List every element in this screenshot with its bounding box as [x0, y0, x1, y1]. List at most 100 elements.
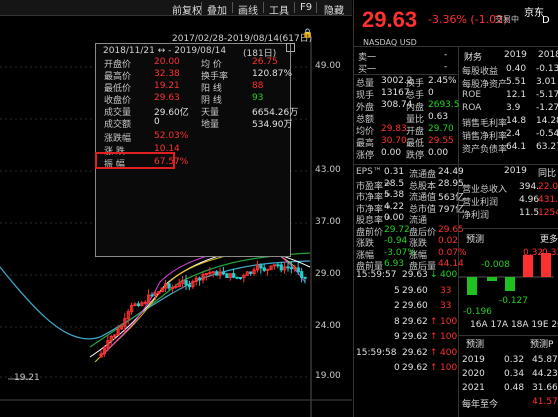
finance-label: 销售毛利率: [462, 119, 508, 129]
predict-year: 2020: [462, 369, 485, 379]
forecast-bar: [487, 277, 497, 281]
tick-arrow: ↑: [430, 363, 438, 373]
tick-price: 29.62: [402, 316, 428, 327]
predict-value: 0.34: [504, 369, 525, 379]
finance-label: 每股净资产: [462, 80, 508, 90]
valuation-value: 28.5: [384, 178, 405, 189]
predict-year: 2019: [462, 355, 485, 365]
trading-status: 交易中: [495, 15, 519, 24]
valuation-value: 5.38: [384, 190, 405, 200]
popup-value: 120.87%: [252, 69, 293, 79]
tick-price: 29.60: [402, 285, 428, 296]
tick-time: 8: [394, 316, 400, 327]
quote-panel: 29.63 -3.36% (-1.03) 交易中 京东 D NASDAQ USD…: [353, 0, 558, 417]
stat-value: 2693.5: [428, 100, 460, 110]
candle-body: [286, 266, 290, 269]
tick-volume: 100: [440, 316, 458, 327]
finance-label: 每股收益: [462, 67, 499, 77]
predict-value: 0.48: [504, 383, 525, 393]
tick-price: 29.62: [402, 363, 428, 373]
forecast-value: 0.32: [523, 248, 544, 258]
candle-body: [221, 271, 226, 275]
finance-value: -5.17: [536, 90, 558, 100]
forecast-value: 0.33: [542, 248, 558, 258]
stat-value: 2.45%: [428, 76, 457, 86]
growth-header: 2019: [504, 166, 527, 176]
candle-body: [296, 267, 300, 273]
popup-date-range: 2018/11/21 ↔ - 2019/08/14: [103, 46, 227, 56]
popup-value: 93: [252, 93, 264, 103]
candle-body: [293, 267, 297, 270]
stock-name: 京东: [524, 8, 544, 19]
candle-body: [259, 264, 263, 269]
tick-price: 29.63: [402, 270, 428, 280]
stat-value: 30.70: [381, 136, 407, 146]
candle-body: [174, 285, 178, 288]
y-axis-label: 29.00: [315, 269, 341, 279]
predict-header: 预测P: [530, 340, 554, 350]
finance-label: 资产负债率: [462, 145, 508, 155]
tick-time: 2: [394, 301, 400, 311]
popup-value: 26.75: [252, 57, 278, 67]
candle-body: [249, 271, 253, 274]
stat-value: 0: [428, 88, 434, 98]
predict-value: 44.23: [532, 369, 558, 379]
popup-value: 20.00: [154, 57, 180, 67]
highlight-box: [95, 152, 175, 169]
finance-value: 14.8: [506, 116, 527, 126]
growth-value: 11.5: [519, 208, 540, 218]
growth-value: 394.: [519, 182, 540, 192]
toolbar-draw-line[interactable]: 画线: [238, 2, 258, 17]
popup-close-button[interactable]: [286, 43, 295, 52]
tick-price: 29.62: [402, 332, 428, 342]
candle-body: [289, 267, 294, 270]
candle-body: [303, 276, 307, 279]
forecast-bar: [467, 277, 477, 295]
interval-stats-popup: 2018/11/21 ↔ - 2019/08/14 (181日) 开盘价 20.0…: [95, 43, 298, 257]
sell1-value: -: [444, 50, 448, 60]
candle-body: [211, 271, 215, 274]
popup-label: 涨跌幅: [104, 134, 132, 144]
candle-body: [208, 272, 212, 275]
candle-body: [215, 271, 219, 276]
valuation-value: 0.02: [438, 236, 459, 246]
candle-body: [232, 273, 236, 278]
tick-volume: 100: [440, 332, 458, 342]
predict-value: 45.87: [532, 355, 558, 365]
toolbar-forward-adjust[interactable]: 前复权: [172, 2, 202, 17]
tick-arrow: ↑: [430, 332, 438, 342]
stat-value: 0.63: [428, 112, 449, 122]
tick-arrow: ↓: [430, 270, 438, 280]
tick-time: 15:59:58: [356, 347, 397, 358]
candle-body: [238, 276, 243, 279]
lock-icon[interactable]: 🔒: [302, 29, 313, 39]
candle-body: [184, 280, 188, 286]
candle-body: [279, 264, 283, 271]
candle-body: [235, 276, 239, 279]
growth-label: 营业总收入: [462, 185, 508, 195]
toolbar-overlay[interactable]: 叠加: [207, 2, 227, 17]
valuation-value: 0.31: [384, 167, 405, 177]
toolbar-f9[interactable]: F9: [300, 2, 312, 13]
candle-body: [170, 286, 175, 289]
finance-header: 2018: [538, 50, 558, 60]
popup-value: 88: [252, 81, 264, 91]
forecast-bar: [523, 255, 533, 277]
growth-label: 营业利润: [462, 198, 499, 208]
toolbar-tools[interactable]: 工具: [269, 2, 289, 17]
finance-value: 0.40: [506, 64, 527, 74]
tick-volume: 100: [440, 363, 458, 373]
valuation-label: EPS™: [356, 167, 382, 177]
finance-value: 5.51: [506, 77, 527, 87]
candle-body: [300, 271, 304, 278]
popup-value: 29.63: [154, 93, 180, 103]
tick-volume: 400: [440, 347, 458, 358]
finance-label: ROE: [462, 90, 482, 100]
candle-body: [167, 283, 171, 289]
tick-time: 0: [394, 363, 400, 373]
popup-value: 534.90万: [252, 120, 293, 130]
valuation-value: 4.22: [384, 201, 405, 212]
toolbar-hide[interactable]: 隐藏: [324, 2, 344, 17]
stat-value: 0.00: [428, 148, 449, 158]
valuation-value: 28.95: [438, 178, 464, 189]
